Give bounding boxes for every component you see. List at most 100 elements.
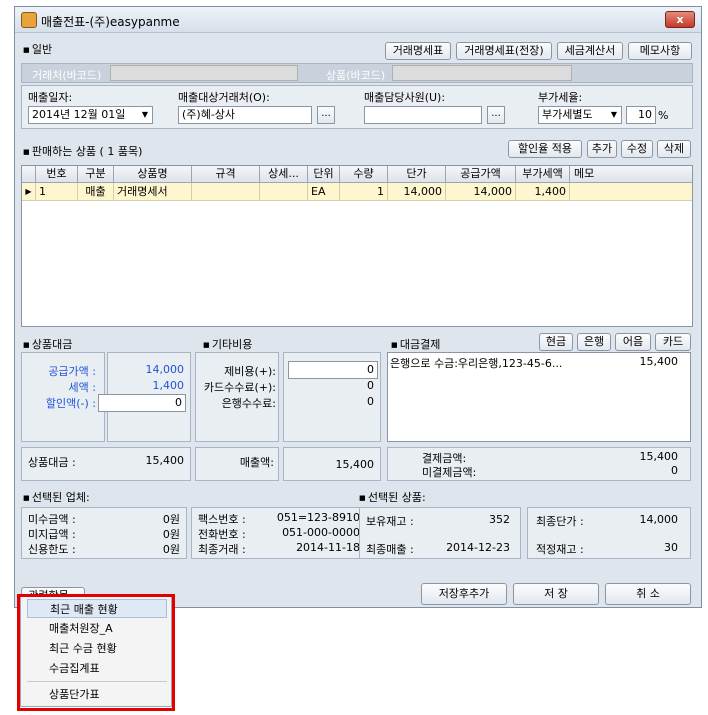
bank-button[interactable]: 은행 bbox=[577, 333, 611, 351]
statement-full-button[interactable]: 거래명세표(전장) bbox=[456, 42, 552, 60]
client-barcode-input[interactable] bbox=[110, 65, 298, 81]
payment-entry-text: 은행으로 수금:우리은행,123-45-6... bbox=[390, 357, 563, 370]
discount-input[interactable]: 0 bbox=[98, 394, 186, 412]
bill-button[interactable]: 어음 bbox=[615, 333, 651, 351]
other-costs-label-panel: 제비용(+): 카드수수료(+): 은행수수료: bbox=[195, 352, 279, 442]
memo-button[interactable]: 메모사항 bbox=[628, 42, 692, 60]
sales-slip-window: 매출전표-(주)easypanme x 일반 거래명세표 거래명세표(전장) 세… bbox=[14, 6, 702, 608]
card-fee-value: 0 bbox=[367, 379, 374, 392]
client-input[interactable]: (주)혜-상사 bbox=[178, 106, 312, 124]
proper-stock-value: 30 bbox=[664, 541, 678, 554]
window-title: 매출전표-(주)easypanme bbox=[41, 15, 180, 29]
payment-list[interactable]: 은행으로 수금:우리은행,123-45-6... 15,400 bbox=[387, 352, 691, 442]
row-cell-qty: 1 bbox=[340, 183, 388, 201]
statement-button[interactable]: 거래명세표 bbox=[385, 42, 451, 60]
supply-label: 공급가액 : bbox=[48, 365, 96, 378]
payment-section-title: 대금결제 bbox=[391, 336, 440, 352]
highlight-box bbox=[17, 594, 175, 711]
apply-discount-button[interactable]: 할인율 적용 bbox=[508, 140, 582, 158]
add-button[interactable]: 추가 bbox=[587, 140, 617, 158]
vat-type-select[interactable]: 부가세별도 ▼ bbox=[538, 106, 622, 124]
last-sale-value: 2014-12-23 bbox=[446, 541, 510, 554]
goods-total-value: 15,400 bbox=[145, 454, 185, 467]
row-cell-detail bbox=[260, 183, 308, 201]
receivable-value: 0원 bbox=[162, 513, 180, 526]
save-button[interactable]: 저 장 bbox=[513, 583, 599, 605]
col-header[interactable]: 부가세액 bbox=[516, 166, 570, 183]
date-value: 2014년 12월 01일 bbox=[32, 108, 126, 121]
row-cell-memo bbox=[570, 183, 692, 201]
save-and-add-button[interactable]: 저장후추가 bbox=[421, 583, 507, 605]
product-stock-panel: 보유재고 : 352 최종매출 : 2014-12-23 bbox=[359, 507, 521, 559]
row-cell-type: 매출 bbox=[78, 183, 114, 201]
goods-total-label: 상품대금 : bbox=[28, 456, 76, 469]
payment-summary-panel: 결제금액: 미결제금액: 15,400 0 bbox=[387, 447, 691, 481]
app-icon bbox=[21, 12, 37, 28]
general-section-title: 일반 bbox=[23, 41, 52, 57]
selected-company-section-title: 선택된 업체: bbox=[23, 489, 90, 505]
goods-price-section-title: 상품대금 bbox=[23, 336, 72, 352]
bank-fee-value: 0 bbox=[367, 395, 374, 408]
col-header[interactable]: 수량 bbox=[340, 166, 388, 183]
vat-type-value: 부가세별도 bbox=[542, 108, 593, 121]
row-cell-name: 거래명세서 bbox=[114, 183, 192, 201]
goods-price-label-panel: 공급가액 : 세액 : 할인액(-) : bbox=[21, 352, 105, 442]
client-search-button[interactable]: ... bbox=[317, 106, 335, 124]
product-price-panel: 최종단가 : 14,000 적정재고 : 30 bbox=[527, 507, 691, 559]
credit-limit-value: 0원 bbox=[162, 543, 180, 556]
selected-product-section-title: 선택된 상품: bbox=[359, 489, 426, 505]
chevron-down-icon: ▼ bbox=[610, 110, 617, 119]
col-header[interactable]: 번호 bbox=[36, 166, 78, 183]
delete-button[interactable]: 삭제 bbox=[657, 140, 691, 158]
edit-button[interactable]: 수정 bbox=[621, 140, 653, 158]
vat-unit: % bbox=[658, 109, 669, 122]
col-header[interactable]: 단위 bbox=[308, 166, 340, 183]
barcode-bar: 거래처(바코드) 상품(바코드) bbox=[21, 63, 693, 83]
card-button[interactable]: 카드 bbox=[655, 333, 691, 351]
tax-invoice-button[interactable]: 세금계산서 bbox=[557, 42, 623, 60]
last-trade-label: 최종거래 : bbox=[198, 543, 246, 556]
last-price-label: 최종단가 : bbox=[536, 515, 584, 528]
staff-search-button[interactable]: ... bbox=[487, 106, 505, 124]
table-row[interactable]: ▶ 1 매출 거래명세서 EA 1 14,000 14,000 1,400 bbox=[22, 183, 692, 201]
unpaid-amount-label: 미결제금액: bbox=[422, 466, 477, 479]
company-balance-panel: 미수금액 : 0원 미지급액 : 0원 신용한도 : 0원 bbox=[21, 507, 187, 559]
stock-label: 보유재고 : bbox=[366, 515, 414, 528]
sales-value-panel: 15,400 bbox=[283, 447, 381, 481]
cash-button[interactable]: 현금 bbox=[539, 333, 573, 351]
staff-input[interactable] bbox=[364, 106, 482, 124]
vat-rate-input[interactable]: 10 bbox=[626, 106, 656, 124]
receivable-label: 미수금액 : bbox=[28, 513, 76, 526]
col-header[interactable]: 메모 bbox=[570, 166, 692, 183]
payable-label: 미지급액 : bbox=[28, 528, 76, 541]
client-barcode-label: 거래처(바코드) bbox=[32, 69, 102, 82]
col-header[interactable]: 규격 bbox=[192, 166, 260, 183]
other-costs-value-panel: 0 0 0 bbox=[283, 352, 381, 442]
fax-value: 051=123-8910 bbox=[276, 511, 360, 524]
col-header[interactable]: 구분 bbox=[78, 166, 114, 183]
bank-fee-label: 은행수수료: bbox=[221, 397, 276, 410]
chevron-down-icon: ▼ bbox=[141, 110, 148, 119]
last-sale-label: 최종매출 : bbox=[366, 543, 414, 556]
staff-label: 매출담당사원(U): bbox=[364, 91, 446, 104]
card-fee-label: 카드수수료(+): bbox=[203, 381, 276, 394]
misc-cost-input[interactable]: 0 bbox=[288, 361, 378, 379]
company-contact-panel: 팩스번호 : 051=123-8910 전화번호 : 051-000-0000 … bbox=[191, 507, 369, 559]
date-select[interactable]: 2014년 12월 01일 ▼ bbox=[28, 106, 153, 124]
product-barcode-input[interactable] bbox=[392, 65, 572, 81]
tax-label: 세액 : bbox=[68, 381, 96, 394]
col-header[interactable]: 공급가액 bbox=[446, 166, 516, 183]
cancel-button[interactable]: 취 소 bbox=[605, 583, 691, 605]
goods-total-panel: 상품대금 : 15,400 bbox=[21, 447, 191, 481]
goods-price-value-panel: 14,000 1,400 0 bbox=[98, 352, 191, 442]
phone-value: 051-000-0000 bbox=[282, 526, 360, 539]
sales-amount-label: 매출액: bbox=[239, 456, 274, 469]
general-panel: 매출일자: 2014년 12월 01일 ▼ 매출대상거래처(O): (주)혜-상… bbox=[21, 85, 693, 129]
products-section-title: 판매하는 상품 ( 1 품목) bbox=[23, 143, 143, 159]
col-header[interactable]: 상세... bbox=[260, 166, 308, 183]
col-header[interactable]: 상품명 bbox=[114, 166, 192, 183]
sales-amount-value: 15,400 bbox=[335, 458, 375, 471]
close-button[interactable]: x bbox=[665, 11, 695, 28]
col-header[interactable]: 단가 bbox=[388, 166, 446, 183]
products-grid[interactable]: 번호 구분 상품명 규격 상세... 단위 수량 단가 공급가액 부가세액 메모… bbox=[21, 165, 693, 327]
